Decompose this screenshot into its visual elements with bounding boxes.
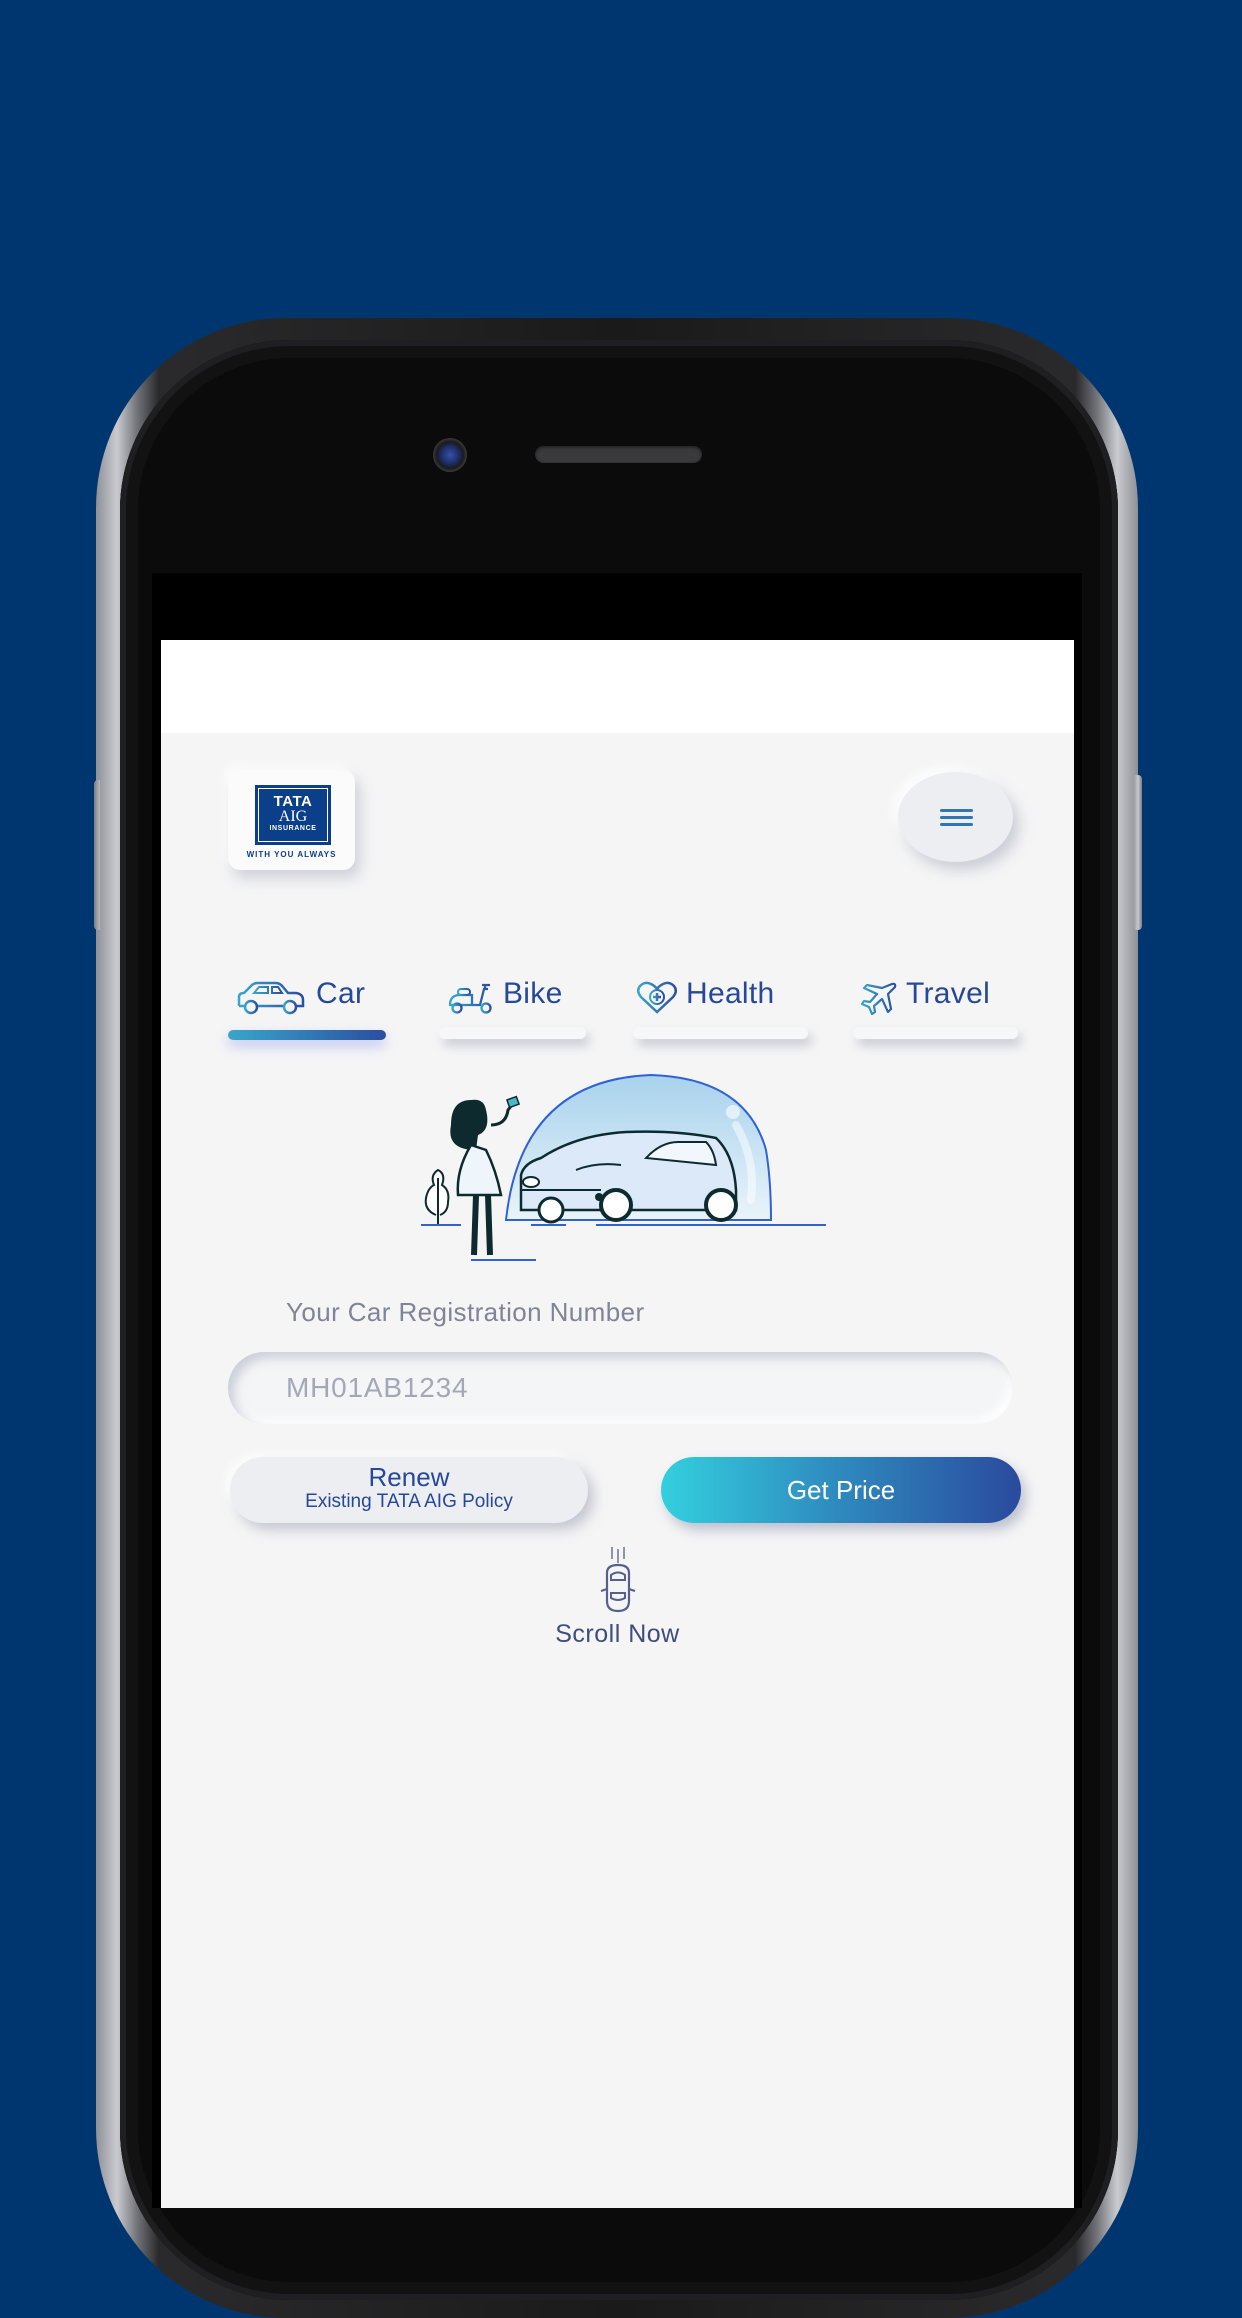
heart-plus-icon [637,981,677,1014]
phone-volume-button [94,780,100,930]
app-screen: TATA AIG INSURANCE WITH YOU ALWAYS Car B… [161,640,1074,2208]
tab-health-indicator [633,1027,808,1039]
earpiece-speaker [535,446,702,463]
woman-figure [450,1095,521,1256]
scroll-now-label: Scroll Now [555,1620,680,1648]
status-bar [161,640,1074,733]
logo-mark: TATA AIG INSURANCE [255,785,331,845]
airplane-icon [860,982,897,1015]
logo-text-tata: TATA [273,793,313,810]
logo-text-aig: AIG [278,808,308,825]
renew-button-subtitle: Existing TATA AIG Policy [305,1491,513,1512]
front-camera-icon [433,438,467,472]
tab-bike-indicator [439,1027,586,1039]
phone-side-button [1134,775,1142,930]
ground-lines [421,1224,826,1261]
tab-label: Car [316,977,366,1010]
tab-label: Travel [906,977,991,1010]
menu-button[interactable] [898,772,1013,862]
tab-car-indicator [228,1030,386,1040]
car-icon [237,981,305,1015]
renew-button-title: Renew [368,1462,450,1492]
tab-label: Bike [503,977,563,1010]
car-insurance-illustration [421,1073,826,1261]
renew-policy-button[interactable]: Renew Existing TATA AIG Policy [230,1457,588,1523]
tab-travel-indicator [853,1027,1018,1039]
scroll-now-hint[interactable]: Scroll Now [161,1545,1074,1649]
logo-text-insurance: INSURANCE [269,825,317,832]
tab-label: Health [686,977,775,1010]
scooter-icon [448,983,492,1014]
tree-drawing [424,1168,450,1225]
registration-number-input[interactable] [228,1352,1013,1424]
tab-car[interactable]: Car [236,977,386,1037]
logo-tagline: WITH YOU ALWAYS [246,850,337,859]
brand-logo[interactable]: TATA AIG INSURANCE WITH YOU ALWAYS [228,770,355,870]
car-top-view-icon [600,1547,635,1613]
get-price-button[interactable]: Get Price [661,1457,1021,1523]
registration-label: Your Car Registration Number [286,1297,645,1327]
